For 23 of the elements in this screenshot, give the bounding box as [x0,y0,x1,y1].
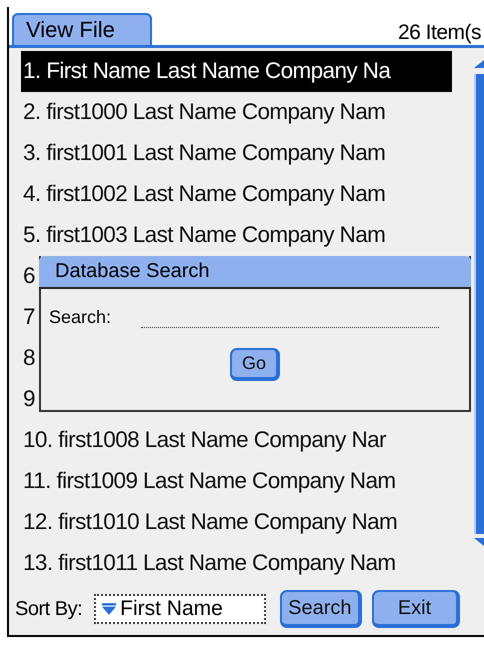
list-item[interactable]: 11. first1009 Last Name Company Nam [21,460,452,502]
item-count: 26 Item(s [398,20,481,45]
view-file-tab[interactable]: View File [12,12,152,45]
list-item[interactable]: 5. first1003 Last Name Company Nam [21,214,452,256]
list-item[interactable]: 13. first1011 Last Name Company Nam [21,542,452,584]
scroll-down-icon[interactable] [474,538,484,546]
sort-dropdown[interactable]: First Name [94,594,266,624]
scrollbar-thumb[interactable] [474,74,484,534]
list-item[interactable]: 10. first1008 Last Name Company Nar [21,420,452,461]
list-item[interactable]: 12. first1010 Last Name Company Nam [21,502,452,543]
sort-by-label: Sort By: [15,598,82,621]
go-button[interactable]: Go [230,348,280,381]
footer-button[interactable]: Search [280,590,362,628]
search-label: Search: [49,306,112,328]
list-item[interactable]: 2. first1000 Last Name Company Nam [21,92,452,133]
dialog-title: Database Search [39,256,471,289]
list-item[interactable]: 1. First Name Last Name Company Na [21,50,452,92]
dropdown-icon [102,603,116,616]
scroll-up-icon[interactable] [474,60,484,68]
sort-value: First Name [120,597,223,622]
list-item[interactable]: 4. first1002 Last Name Company Nam [21,174,452,215]
footer-button[interactable]: Exit [372,590,460,628]
list-item[interactable]: 3. first1001 Last Name Company Nam [21,132,452,174]
